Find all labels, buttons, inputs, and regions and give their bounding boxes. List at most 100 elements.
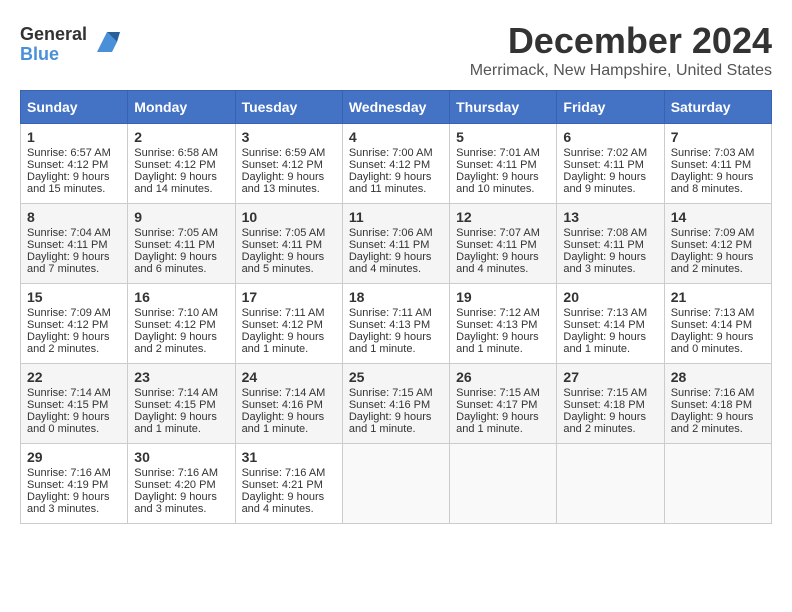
sunrise-text: Sunrise: 7:12 AM [456, 307, 540, 319]
week-row-4: 22Sunrise: 7:14 AMSunset: 4:15 PMDayligh… [21, 364, 772, 444]
sunset-text: Sunset: 4:11 PM [242, 239, 323, 251]
daylight-text: Daylight: 9 hours and 9 minutes. [563, 171, 646, 195]
day-header-saturday: Saturday [664, 91, 771, 124]
sunset-text: Sunset: 4:16 PM [242, 399, 323, 411]
sunset-text: Sunset: 4:15 PM [134, 399, 215, 411]
calendar-cell: 5Sunrise: 7:01 AMSunset: 4:11 PMDaylight… [450, 124, 557, 204]
calendar-cell: 21Sunrise: 7:13 AMSunset: 4:14 PMDayligh… [664, 284, 771, 364]
day-number: 14 [671, 209, 765, 225]
sunset-text: Sunset: 4:12 PM [349, 159, 430, 171]
sunset-text: Sunset: 4:11 PM [349, 239, 430, 251]
day-number: 26 [456, 369, 550, 385]
sunrise-text: Sunrise: 7:15 AM [456, 387, 540, 399]
calendar-cell: 31Sunrise: 7:16 AMSunset: 4:21 PMDayligh… [235, 444, 342, 524]
calendar-cell: 14 Sunrise: 7:09 AMSunset: 4:12 PMDayligh… [664, 204, 771, 284]
daylight-text: Daylight: 9 hours and 1 minute. [563, 331, 646, 355]
sunset-text: Sunset: 4:11 PM [563, 159, 644, 171]
sunrise-text: Sunrise: 6:59 AM [242, 147, 326, 159]
calendar-cell: 13Sunrise: 7:08 AMSunset: 4:11 PMDayligh… [557, 204, 664, 284]
calendar-cell: 6Sunrise: 7:02 AMSunset: 4:11 PMDaylight… [557, 124, 664, 204]
calendar-cell: 30Sunrise: 7:16 AMSunset: 4:20 PMDayligh… [128, 444, 235, 524]
sunset-text: Sunset: 4:11 PM [563, 239, 644, 251]
sunset-text: Sunset: 4:12 PM [671, 239, 752, 251]
sunrise-text: Sunrise: 7:08 AM [563, 227, 647, 239]
day-header-sunday: Sunday [21, 91, 128, 124]
day-number: 4 [349, 129, 443, 145]
calendar-cell: 8Sunrise: 7:04 AMSunset: 4:11 PMDaylight… [21, 204, 128, 284]
calendar-cell: 10Sunrise: 7:05 AMSunset: 4:11 PMDayligh… [235, 204, 342, 284]
sunrise-text: Sunrise: 7:16 AM [242, 467, 326, 479]
sunset-text: Sunset: 4:11 PM [671, 159, 752, 171]
day-header-tuesday: Tuesday [235, 91, 342, 124]
logo-blue: Blue [20, 45, 87, 65]
header: General Blue December 2024 Merrimack, Ne… [20, 20, 772, 80]
day-number: 11 [349, 209, 443, 225]
daylight-text: Daylight: 9 hours and 13 minutes. [242, 171, 325, 195]
day-number: 10 [242, 209, 336, 225]
header-row: SundayMondayTuesdayWednesdayThursdayFrid… [21, 91, 772, 124]
sunset-text: Sunset: 4:16 PM [349, 399, 430, 411]
sunset-text: Sunset: 4:14 PM [671, 319, 752, 331]
sunset-text: Sunset: 4:15 PM [27, 399, 108, 411]
day-number: 2 [134, 129, 228, 145]
daylight-text: Daylight: 9 hours and 14 minutes. [134, 171, 217, 195]
sunset-text: Sunset: 4:12 PM [242, 159, 323, 171]
month-title: December 2024 [470, 20, 772, 62]
sunrise-text: Sunrise: 7:14 AM [27, 387, 111, 399]
calendar-cell: 23Sunrise: 7:14 AMSunset: 4:15 PMDayligh… [128, 364, 235, 444]
sunrise-text: Sunrise: 7:11 AM [349, 307, 432, 319]
sunrise-text: Sunrise: 7:05 AM [134, 227, 218, 239]
day-number: 31 [242, 449, 336, 465]
calendar-cell: 11Sunrise: 7:06 AMSunset: 4:11 PMDayligh… [342, 204, 449, 284]
daylight-text: Daylight: 9 hours and 5 minutes. [242, 251, 325, 275]
calendar-cell: 22Sunrise: 7:14 AMSunset: 4:15 PMDayligh… [21, 364, 128, 444]
sunrise-text: Sunrise: 7:13 AM [563, 307, 647, 319]
day-number: 23 [134, 369, 228, 385]
sunrise-text: Sunrise: 7:13 AM [671, 307, 755, 319]
sunset-text: Sunset: 4:19 PM [27, 479, 108, 491]
calendar-table: SundayMondayTuesdayWednesdayThursdayFrid… [20, 90, 772, 524]
day-number: 8 [27, 209, 121, 225]
sunset-text: Sunset: 4:11 PM [27, 239, 108, 251]
daylight-text: Daylight: 9 hours and 2 minutes. [671, 251, 754, 275]
day-number: 16 [134, 289, 228, 305]
sunset-text: Sunset: 4:13 PM [456, 319, 537, 331]
sunrise-text: Sunrise: 7:03 AM [671, 147, 755, 159]
sunrise-text: Sunrise: 7:14 AM [242, 387, 326, 399]
calendar-cell: 24Sunrise: 7:14 AMSunset: 4:16 PMDayligh… [235, 364, 342, 444]
day-number: 6 [563, 129, 657, 145]
sunrise-text: Sunrise: 7:11 AM [242, 307, 325, 319]
sunset-text: Sunset: 4:11 PM [134, 239, 215, 251]
day-number: 27 [563, 369, 657, 385]
day-number: 19 [456, 289, 550, 305]
day-number: 20 [563, 289, 657, 305]
sunset-text: Sunset: 4:18 PM [671, 399, 752, 411]
calendar-cell: 4Sunrise: 7:00 AMSunset: 4:12 PMDaylight… [342, 124, 449, 204]
title-area: December 2024 Merrimack, New Hampshire, … [470, 20, 772, 80]
day-header-monday: Monday [128, 91, 235, 124]
daylight-text: Daylight: 9 hours and 2 minutes. [671, 411, 754, 435]
calendar-cell: 27Sunrise: 7:15 AMSunset: 4:18 PMDayligh… [557, 364, 664, 444]
daylight-text: Daylight: 9 hours and 10 minutes. [456, 171, 539, 195]
calendar-cell: 25Sunrise: 7:15 AMSunset: 4:16 PMDayligh… [342, 364, 449, 444]
daylight-text: Daylight: 9 hours and 2 minutes. [563, 411, 646, 435]
sunset-text: Sunset: 4:17 PM [456, 399, 537, 411]
day-header-friday: Friday [557, 91, 664, 124]
week-row-1: 1Sunrise: 6:57 AMSunset: 4:12 PMDaylight… [21, 124, 772, 204]
daylight-text: Daylight: 9 hours and 2 minutes. [27, 331, 110, 355]
daylight-text: Daylight: 9 hours and 7 minutes. [27, 251, 110, 275]
sunrise-text: Sunrise: 6:58 AM [134, 147, 218, 159]
calendar-cell [664, 444, 771, 524]
daylight-text: Daylight: 9 hours and 4 minutes. [242, 491, 325, 515]
sunrise-text: Sunrise: 7:09 AM [671, 227, 755, 239]
day-number: 29 [27, 449, 121, 465]
week-row-5: 29 Sunrise: 7:16 AM Sunset: 4:19 PM Dayligh… [21, 444, 772, 524]
sunset-text: Sunset: 4:13 PM [349, 319, 430, 331]
daylight-text: Daylight: 9 hours and 1 minute. [456, 411, 539, 435]
day-number: 24 [242, 369, 336, 385]
daylight-text: Daylight: 9 hours and 3 minutes. [134, 491, 217, 515]
sunset-text: Sunset: 4:12 PM [134, 319, 215, 331]
calendar-cell [342, 444, 449, 524]
day-number: 7 [671, 129, 765, 145]
sunrise-text: Sunrise: 7:15 AM [349, 387, 433, 399]
